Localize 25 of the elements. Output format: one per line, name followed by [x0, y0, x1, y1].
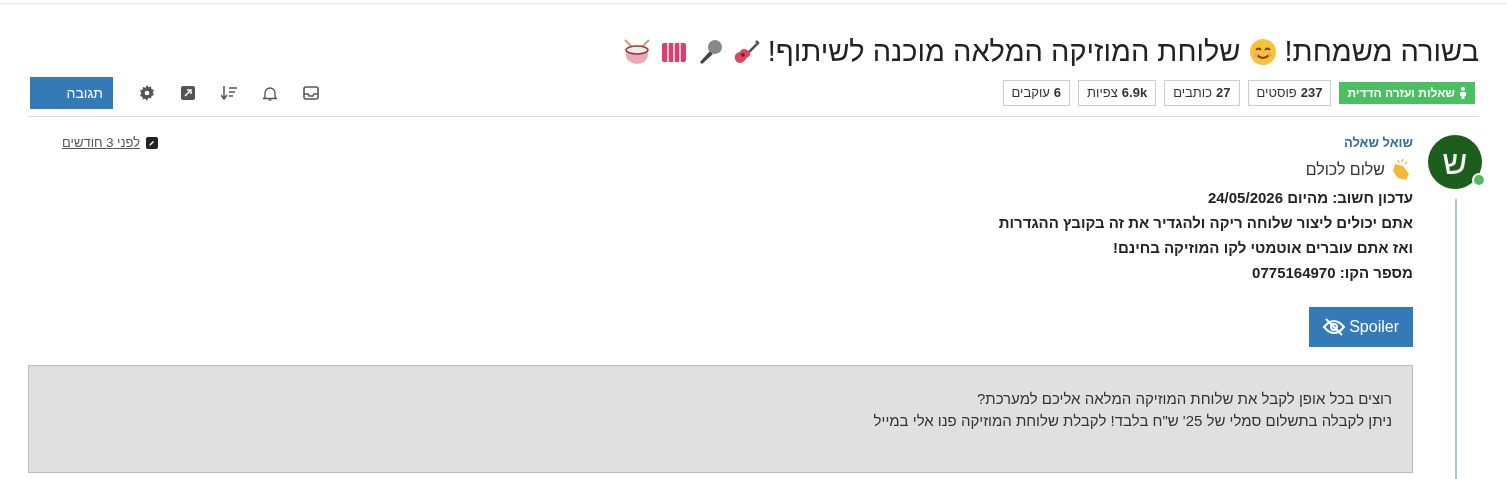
spoiler-button[interactable]: Spoiler — [1309, 307, 1413, 347]
notice-text-line: רוצים בכל אופן לקבל את שלוחת המוזיקה המלאה אליכם למערכת? — [975, 389, 1392, 409]
topic-title: בשורה משמחת! — [1284, 34, 1479, 70]
notice-text-line: ניתן לקבלה בתשלום סמלי של 25' ש"ח בלבד! לקבלת שלוחת המוזיקה פנו אלי במייל — [872, 411, 1392, 431]
avatar[interactable]: ש — [1428, 135, 1482, 189]
author-name[interactable]: שואל שאלה — [1343, 133, 1413, 153]
post-time-link[interactable]: לפני 3 חודשים — [62, 133, 141, 153]
sort-icon[interactable] — [221, 86, 237, 100]
bell-icon[interactable] — [263, 85, 277, 101]
category-label: שאלות ועזרה הדדית — [1347, 85, 1455, 102]
topic-title: שלוחת המוזיקה המלאה מוכנה לשיתוף! — [767, 34, 1241, 70]
settings-icon[interactable] — [139, 85, 155, 101]
person-icon — [1459, 87, 1467, 99]
drum-icon — [621, 37, 652, 67]
post-text-line: אתם יכולים ליצור שלוחה ריקה ולהגדיר את זה בקובץ ההגדרות — [997, 213, 1413, 233]
smiling-face-icon — [1248, 38, 1277, 66]
post-text-line: ואז אתם עוברים אוטמטי לקו המוזיקה בחינם! — [1111, 238, 1413, 258]
external-link-icon[interactable] — [181, 86, 195, 100]
post-text-line: עדכון חשוב: מהיום 24/05/2026 — [1206, 188, 1413, 208]
post-text-line: מספר הקו: 0775164970 — [1251, 263, 1413, 283]
inbox-icon[interactable] — [303, 86, 319, 100]
reply-button[interactable]: תגובה — [30, 77, 113, 109]
eye-slash-icon — [1323, 318, 1346, 336]
greeting-text: שלום לכולם — [1305, 160, 1385, 180]
edit-icon — [146, 137, 159, 149]
